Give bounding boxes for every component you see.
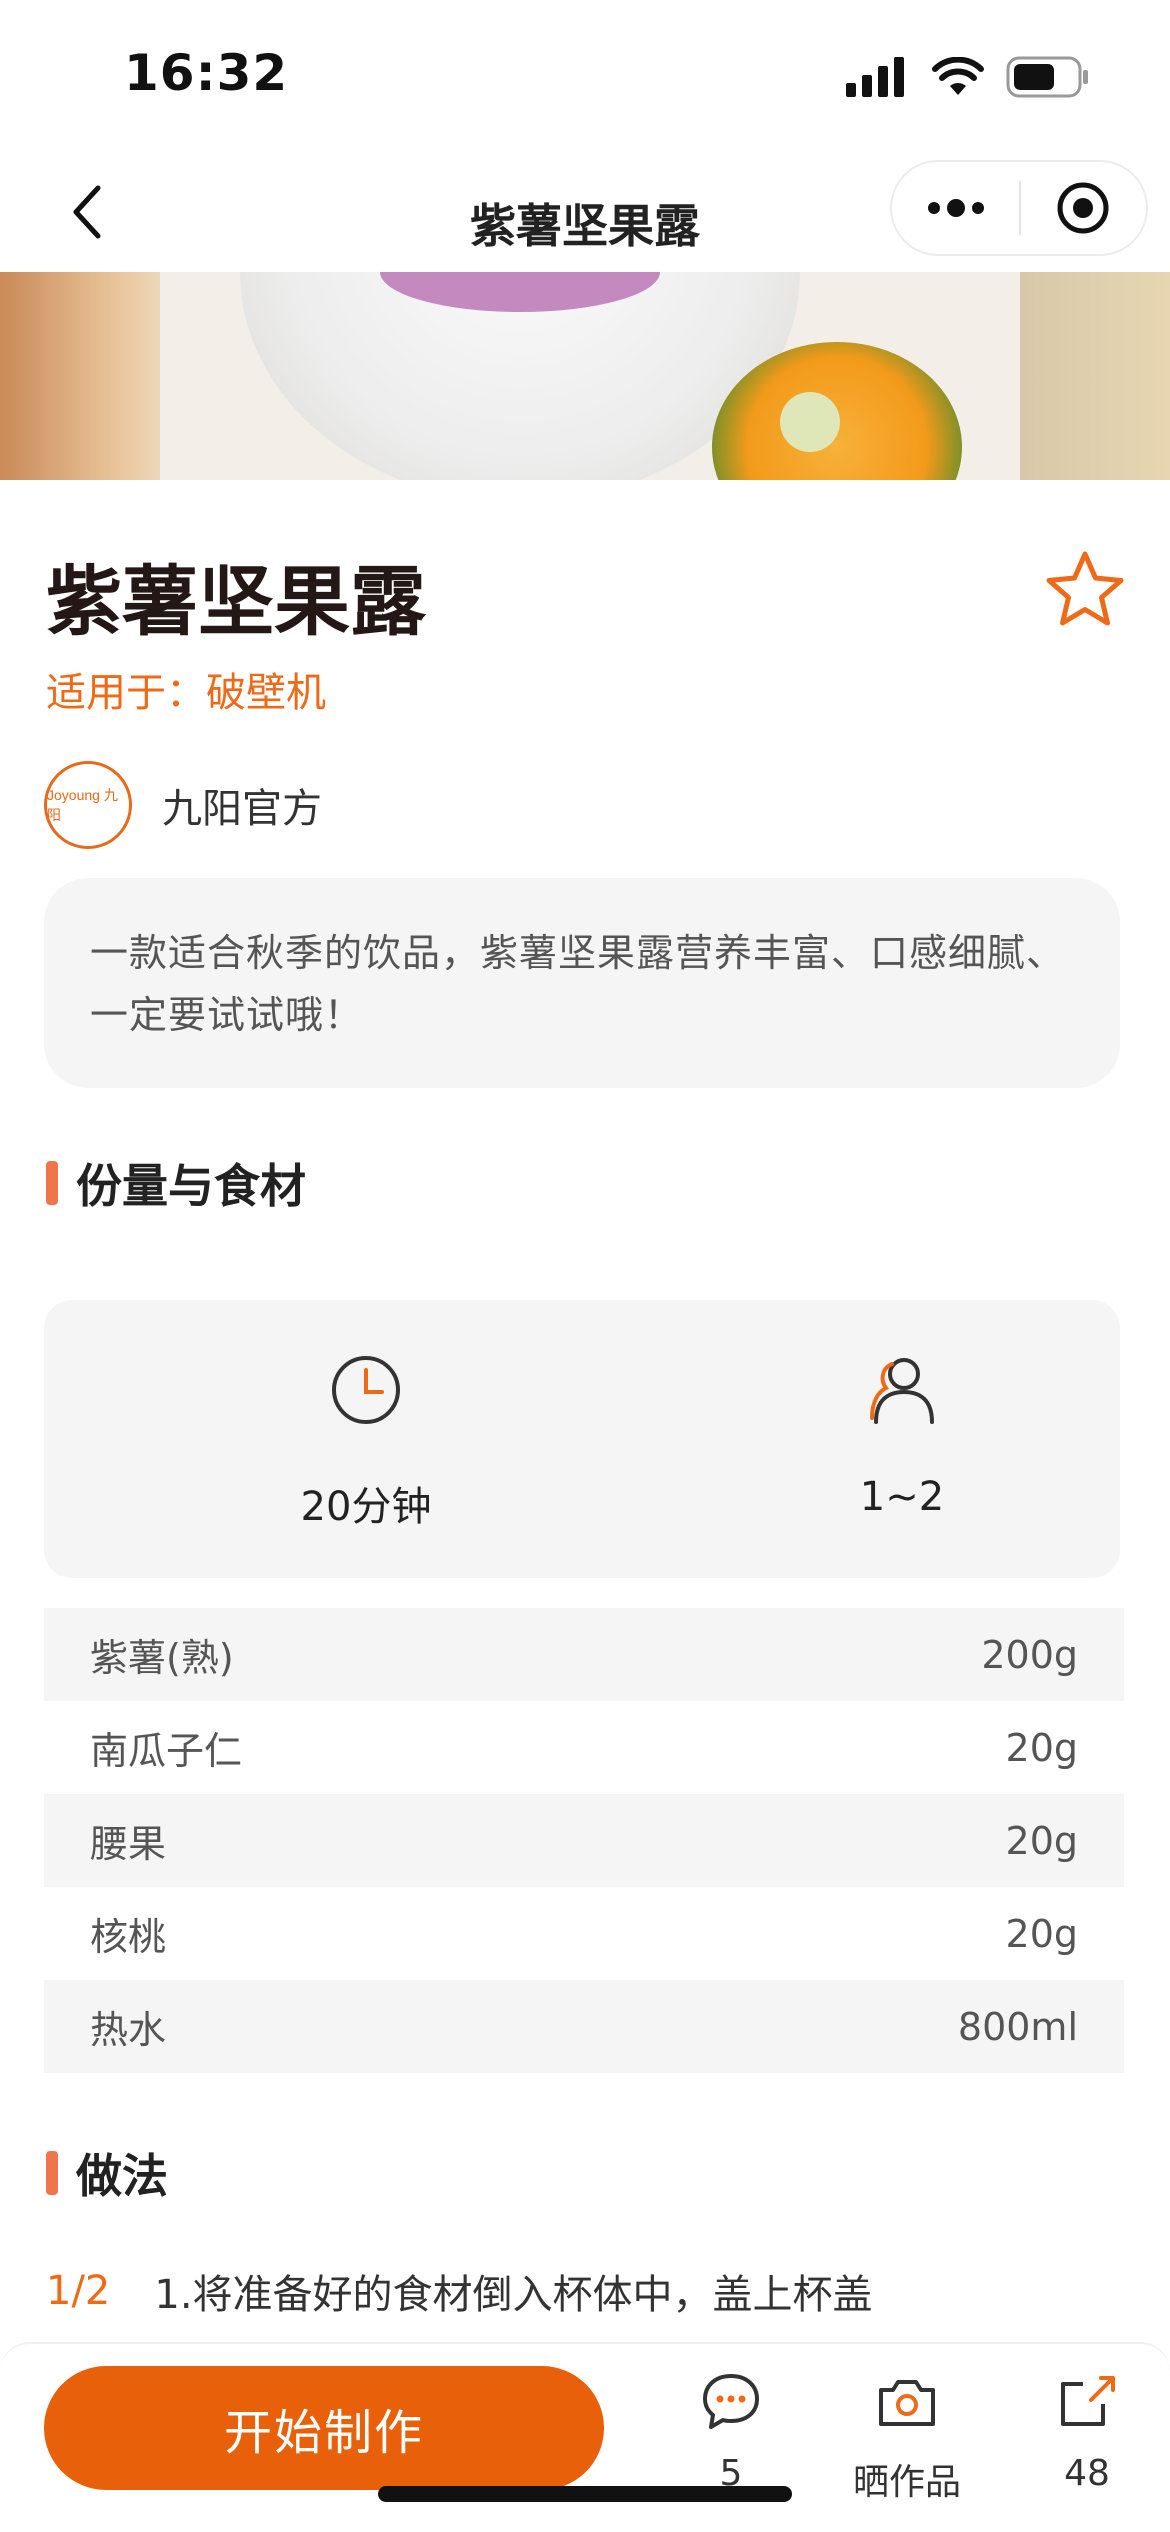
ingredient-row: 南瓜子仁 20g [44, 1701, 1124, 1794]
ingredient-name: 热水 [90, 2008, 167, 2052]
ingredient-amount: 800ml [957, 2004, 1078, 2049]
wifi-icon [932, 57, 984, 95]
ingredient-amount: 20g [1005, 1911, 1078, 1956]
status-time: 16:32 [124, 44, 289, 102]
applicable-label: 适用于： [46, 670, 206, 716]
share-count: 48 [1064, 2453, 1110, 2494]
star-icon [1046, 551, 1124, 626]
recipe-hero-image [0, 272, 1170, 480]
start-cooking-button[interactable]: 开始制作 [44, 2366, 604, 2490]
cook-time-value: 20分钟 [300, 1484, 432, 1530]
recipe-description: 一款适合秋季的饮品，紫薯坚果露营养丰富、口感细腻、一定要试试哦！ [44, 878, 1120, 1088]
ingredients-list: 紫薯(熟) 200g 南瓜子仁 20g 腰果 20g 核桃 20g 热水 800… [44, 1608, 1124, 2073]
servings-value: 1~2 [859, 1474, 945, 1520]
ingredient-row: 腰果 20g [44, 1794, 1124, 1887]
ingredient-amount: 200g [981, 1632, 1078, 1677]
ingredient-name: 腰果 [90, 1822, 167, 1866]
author-name: 九阳官方 [162, 786, 322, 832]
recipe-title: 紫薯坚果露 [46, 557, 426, 646]
comment-icon [703, 2374, 759, 2429]
ingredient-row: 紫薯(熟) 200g [44, 1608, 1124, 1701]
bottom-action-bar: 开始制作 5 晒作品 48 [0, 2342, 1170, 2532]
person-icon [870, 1358, 934, 1424]
comments-button[interactable]: 5 [646, 2370, 816, 2494]
mini-program-close-button[interactable] [1021, 162, 1146, 254]
ingredient-amount: 20g [1005, 1818, 1078, 1863]
servings: 1~2 [752, 1350, 1052, 1520]
meta-card: 20分钟 1~2 [44, 1300, 1120, 1578]
ingredient-name: 南瓜子仁 [90, 1729, 243, 1773]
share-icon [1061, 2376, 1115, 2426]
battery-icon [1006, 56, 1088, 98]
step-text: 1.将准备好的食材倒入杯体中，盖上杯盖 [154, 2272, 873, 2318]
share-button[interactable]: 48 [1002, 2370, 1170, 2494]
ingredient-row: 核桃 20g [44, 1887, 1124, 1980]
ingredients-section-label: 份量与食材 [76, 1159, 306, 1213]
status-icons [846, 56, 1090, 98]
method-section-label: 做法 [76, 2149, 168, 2203]
camera-icon [879, 2380, 935, 2426]
clock-icon [332, 1356, 400, 1424]
home-indicator [378, 2486, 792, 2502]
more-button[interactable] [892, 162, 1019, 254]
cook-time: 20分钟 [216, 1350, 516, 1532]
mini-program-capsule [890, 160, 1148, 256]
applicable-device: 适用于：破壁机 [46, 660, 326, 718]
section-accent-bar [46, 2151, 58, 2195]
step-index: 1/2 [46, 2268, 111, 2314]
more-dots-icon [927, 199, 984, 217]
method-section-title: 做法 [46, 2140, 168, 2206]
applicable-value[interactable]: 破壁机 [206, 670, 326, 716]
ingredient-row: 热水 800ml [44, 1980, 1124, 2073]
status-bar: 16:32 [0, 0, 1170, 150]
method-step: 1/2 1.将准备好的食材倒入杯体中，盖上杯盖 [46, 2262, 873, 2320]
favorite-button[interactable] [1042, 548, 1128, 634]
share-work-button[interactable]: 晒作品 [822, 2370, 992, 2505]
ingredients-section-title: 份量与食材 [46, 1150, 306, 1216]
avatar: Joyoung 九阳 [44, 761, 132, 849]
mini-program-close-icon [1057, 182, 1109, 234]
ingredient-name: 核桃 [90, 1915, 167, 1959]
author[interactable]: Joyoung 九阳 九阳官方 [44, 760, 322, 850]
signal-icon [846, 57, 904, 97]
nav-bar: 紫薯坚果露 [0, 150, 1170, 272]
section-accent-bar [46, 1161, 58, 1205]
ingredient-amount: 20g [1005, 1725, 1078, 1770]
share-work-label: 晒作品 [852, 2462, 961, 2503]
ingredient-name: 紫薯(熟) [90, 1636, 234, 1680]
